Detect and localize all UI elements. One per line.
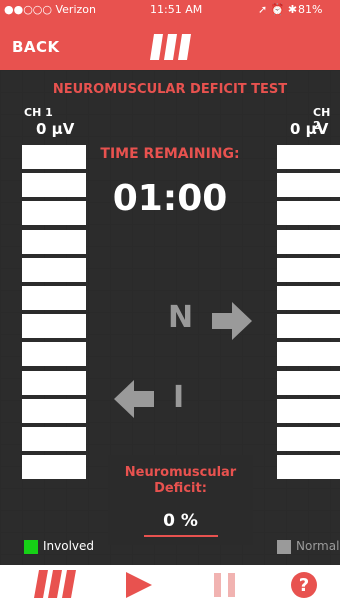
ch1-value: 0 µV [36,120,75,138]
ch2-bar [277,229,340,254]
ch1-label: CH 1 [24,106,53,119]
carrier-text: ●●○○○ Verizon [4,3,96,16]
ch2-value: 0 µV [290,120,329,138]
ch1-bar [22,426,86,451]
ch1-bar [22,342,86,367]
time-remaining-label: TIME REMAINING: [100,146,240,162]
arrow-left-icon [114,380,154,418]
ch1-bar [22,145,86,169]
ch1-bar [22,314,86,339]
deficit-label: Neuromuscular Deficit: [108,465,253,497]
pause-icon[interactable] [212,570,238,600]
ch2-bar [277,314,340,339]
ch1-level-bars [22,145,86,483]
ch1-bar [22,201,86,226]
ch1-bar [22,173,86,198]
deficit-panel: Neuromuscular Deficit: 0 % [108,455,253,545]
ch2-bar [277,455,340,480]
ch2-bar [277,370,340,395]
clock-text: 11:51 AM [150,3,203,16]
deficit-underline [144,535,218,537]
ch2-bar [277,201,340,226]
arrow-right-icon [212,302,252,340]
ch1-bar [22,257,86,282]
deficit-label-line1: Neuromuscular [124,465,237,480]
normal-swatch [277,540,291,554]
normal-letter: N [168,300,194,335]
normal-legend-label: Normal [296,539,340,553]
ch1-bar [22,229,86,254]
back-button[interactable]: BACK [12,38,60,56]
deficit-label-line2: Deficit: [154,481,207,496]
time-remaining-value: 01:00 [112,178,228,219]
ch2-bar [277,257,340,282]
bluetooth-icon: ➚ ⏰ ✱ [258,3,298,16]
involved-swatch [24,540,38,554]
ch2-bar [277,342,340,367]
deficit-value: 0 % [163,511,198,531]
ch2-bar [277,145,340,169]
play-icon[interactable] [124,570,154,600]
involved-legend-label: Involved [43,539,95,553]
logo-icon [150,34,191,60]
battery-text: 81% [298,3,323,16]
ch2-bar [277,426,340,451]
ch1-bar [22,455,86,480]
tab-bar: ? [0,565,340,603]
involved-letter: I [173,380,185,415]
ch2-level-bars [277,145,340,483]
logo-icon[interactable] [34,570,78,598]
status-bar: ●●○○○ Verizon 11:51 AM ➚ ⏰ ✱ 81% [0,0,340,20]
test-title: NEUROMUSCULAR DEFICIT TEST [52,82,288,97]
ch1-bar [22,398,86,423]
svg-text:?: ? [299,575,309,596]
nav-bar: BACK [0,20,340,70]
ch2-bar [277,285,340,310]
ch2-bar [277,398,340,423]
ch2-bar [277,173,340,198]
help-icon[interactable]: ? [289,570,319,600]
ch1-bar [22,370,86,395]
ch1-bar [22,285,86,310]
